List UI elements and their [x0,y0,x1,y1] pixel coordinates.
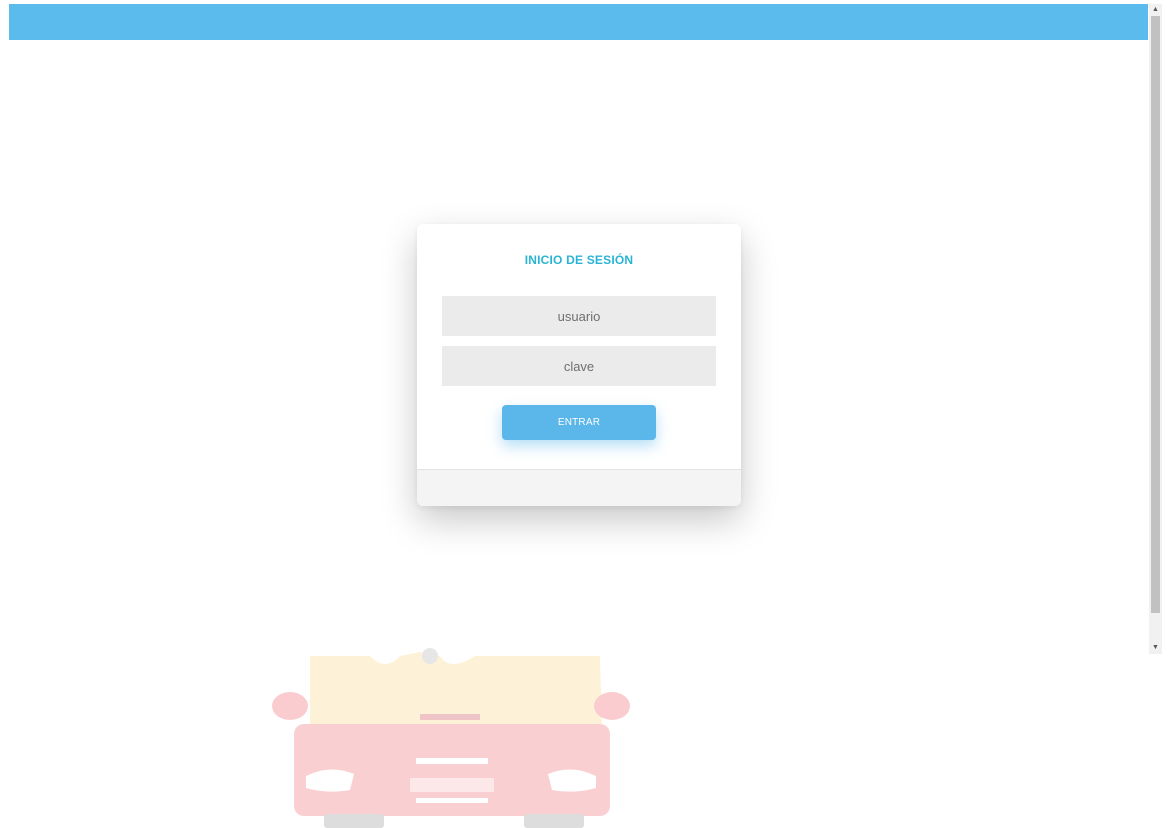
login-card: INICIO DE SESIÓN ENTRAR [417,224,741,506]
scroll-down-icon[interactable]: ▼ [1149,642,1162,654]
login-title: INICIO DE SESIÓN [524,253,634,267]
page: ▲ ▼ INICIO DE SESIÓN ENTRAR [0,0,1168,828]
vertical-scrollbar[interactable]: ▲ ▼ [1149,4,1162,654]
username-input[interactable] [442,296,716,336]
password-input[interactable] [442,346,716,386]
scroll-up-icon[interactable]: ▲ [1149,4,1162,16]
card-footer [417,469,741,506]
car-illustration-icon [272,648,630,828]
scroll-thumb[interactable] [1151,16,1160,613]
login-button[interactable]: ENTRAR [502,405,656,440]
top-bar [9,4,1148,40]
